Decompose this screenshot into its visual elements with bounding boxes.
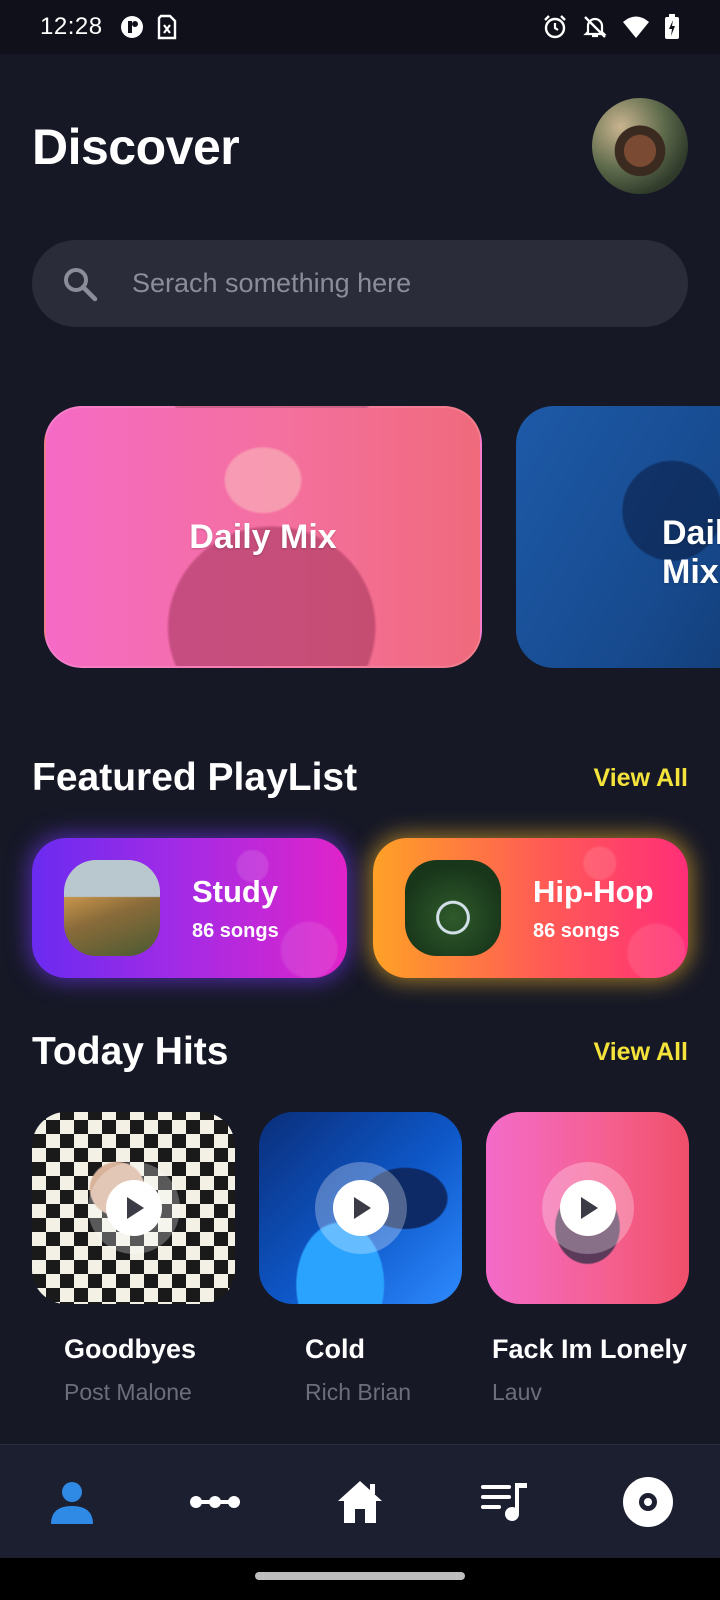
hit-title: Fack Im Lonely [492, 1334, 688, 1364]
nav-now-playing[interactable] [613, 1467, 683, 1537]
alarm-icon [542, 14, 568, 40]
search-icon [64, 267, 98, 301]
app-notification-icon [119, 14, 145, 40]
featured-view-all-link[interactable]: View All [594, 764, 688, 793]
play-icon [126, 1197, 144, 1219]
playlist-song-count: 86 songs [533, 919, 620, 942]
daily-mix-card[interactable]: Daily Mix [44, 406, 482, 668]
vinyl-disc-icon [623, 1477, 673, 1527]
notifications-off-icon [582, 14, 608, 40]
equalizer-dots-icon [190, 1496, 240, 1508]
play-icon [353, 1197, 371, 1219]
page-title: Discover [32, 119, 240, 175]
hit-card[interactable]: Fack Im Lonely Lauv [486, 1112, 689, 1406]
avatar[interactable] [592, 98, 688, 194]
hit-artist: Lauv [492, 1379, 542, 1405]
daily-mix-label: Daily Mix [662, 514, 720, 591]
featured-playlist-title: Featured PlayList [32, 756, 358, 799]
play-button[interactable] [314, 1162, 407, 1254]
hit-cover-art [259, 1112, 462, 1304]
wifi-icon [622, 15, 650, 39]
play-button[interactable] [541, 1162, 634, 1254]
discover-screen: 12:28 Discover Serach something here Dai… [0, 0, 720, 1600]
playlist-cover [64, 860, 160, 956]
nav-equalizer[interactable] [180, 1467, 250, 1537]
daily-mix-label: Daily Mix [189, 517, 337, 556]
play-button[interactable] [87, 1162, 180, 1254]
status-bar: 12:28 [0, 0, 720, 54]
bottom-navigation [0, 1444, 720, 1558]
gesture-bar [0, 1558, 720, 1600]
playlist-song-count: 86 songs [192, 919, 279, 942]
playlist-name: Study [192, 873, 279, 909]
playlist-name: Hip-Hop [533, 873, 654, 909]
battery-charging-icon [664, 14, 680, 40]
hit-card[interactable]: Goodbyes Post Malone [32, 1112, 235, 1406]
hit-title: Goodbyes [64, 1334, 197, 1364]
hit-cover-art [486, 1112, 689, 1304]
daily-mix-card[interactable]: Daily Mix [516, 406, 720, 668]
queue-music-icon [481, 1483, 527, 1521]
playlist-card-study[interactable]: Study 86 songs [32, 838, 347, 978]
sim-card-icon [157, 14, 177, 40]
hit-title: Cold [305, 1334, 365, 1364]
status-time: 12:28 [40, 13, 103, 40]
hit-cover-art [32, 1112, 235, 1304]
nav-home[interactable] [325, 1467, 395, 1537]
profile-icon [51, 1482, 93, 1524]
hit-artist: Rich Brian [305, 1379, 412, 1405]
play-icon [580, 1197, 598, 1219]
hit-card[interactable]: Cold Rich Brian [259, 1112, 462, 1406]
today-hits-title: Today Hits [32, 1030, 229, 1073]
playlist-cover [405, 860, 501, 956]
home-gesture-handle[interactable] [255, 1572, 465, 1580]
home-icon [338, 1481, 382, 1523]
nav-queue[interactable] [469, 1467, 539, 1537]
search-placeholder: Serach something here [132, 268, 412, 298]
playlist-card-hiphop[interactable]: Hip-Hop 86 songs [373, 838, 688, 978]
nav-profile[interactable] [37, 1467, 107, 1537]
today-hits-view-all-link[interactable]: View All [594, 1038, 688, 1067]
search-input[interactable]: Serach something here [32, 240, 688, 327]
hit-artist: Post Malone [64, 1379, 192, 1405]
